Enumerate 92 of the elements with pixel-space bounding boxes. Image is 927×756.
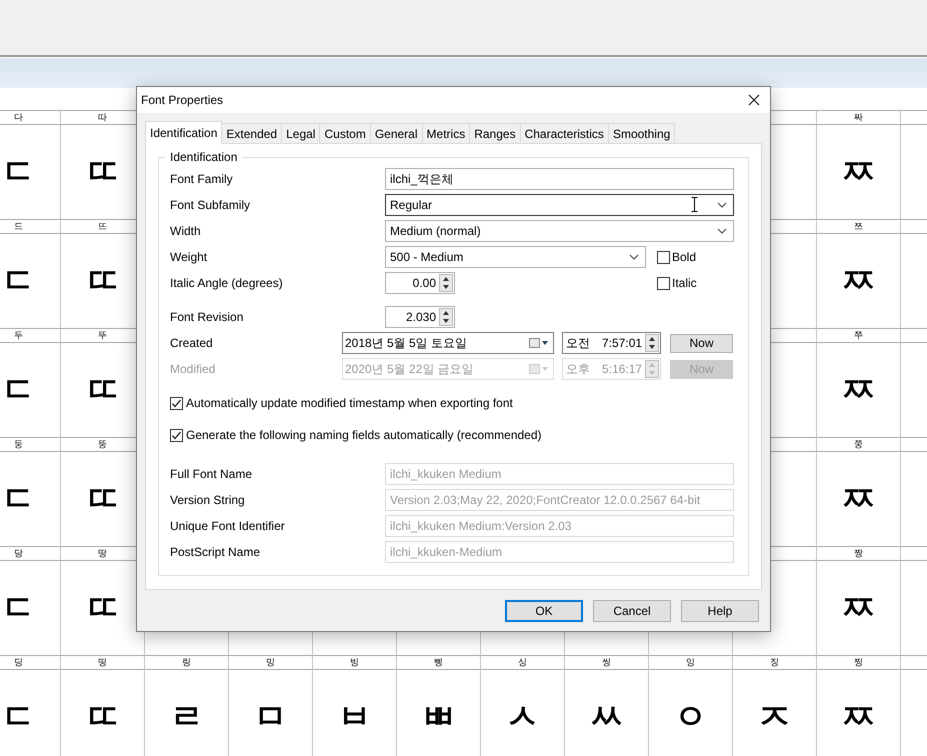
glyph[interactable]: ㅉ [842, 149, 876, 195]
column-header: 링 [145, 655, 229, 670]
column-header: 빙 [313, 655, 397, 670]
spin-field[interactable]: 0.00 [385, 272, 455, 294]
glyph[interactable]: ㄸ [86, 367, 120, 413]
close-icon[interactable] [748, 94, 760, 106]
column-header: 당 [0, 546, 61, 561]
dialog-button[interactable]: Cancel [593, 600, 671, 622]
checkbox[interactable]: Bold [657, 250, 696, 264]
dropdown[interactable]: Medium (normal) [385, 220, 734, 242]
field-label: Full Font Name [170, 467, 254, 481]
checkbox[interactable]: Automatically update modified timestamp when exporting font [170, 394, 736, 412]
checkbox[interactable]: Italic [657, 276, 697, 290]
field-label: Modified [170, 362, 216, 376]
glyph[interactable]: ㄸ [86, 476, 120, 522]
field-label: Width [170, 224, 202, 238]
checkbox[interactable]: Generate the following naming fields automatically (recommended) [170, 426, 736, 444]
spin-field[interactable]: 2.030 [385, 306, 455, 328]
glyph[interactable]: ㄸ [86, 585, 120, 631]
dialog-button[interactable]: OK [505, 600, 583, 622]
tab[interactable]: Legal [281, 123, 320, 143]
column-header: 찡 [817, 655, 901, 670]
column-header: 잉 [649, 655, 733, 670]
glyph[interactable]: ㄷ [2, 694, 36, 740]
glyph[interactable]: ㄸ [86, 149, 120, 195]
field-label: Font Revision [170, 310, 244, 324]
glyph[interactable]: ㅇ [674, 694, 708, 740]
dialog-button[interactable]: Help [681, 600, 759, 622]
field-label: Font Family [170, 172, 234, 186]
field-label: Weight [170, 250, 208, 264]
glyph[interactable]: ㅉ [842, 585, 876, 631]
glyph[interactable]: ㄸ [86, 694, 120, 740]
chevron-down-icon[interactable] [717, 202, 727, 208]
spin-arrows-icon[interactable] [439, 308, 453, 326]
column-header: 드 [0, 219, 61, 234]
text-cursor-icon [691, 197, 698, 212]
glyph[interactable]: ㄸ [86, 258, 120, 304]
glyph[interactable]: ㅉ [842, 476, 876, 522]
glyph[interactable]: ㄷ [2, 258, 36, 304]
column-header: 삥 [397, 655, 481, 670]
dropdown[interactable]: Regular [385, 194, 734, 216]
spin-arrows-icon[interactable] [439, 274, 453, 292]
group-title: Identification [165, 150, 242, 164]
spin-arrows-icon[interactable] [645, 334, 659, 352]
glyph[interactable]: ㄷ [2, 476, 36, 522]
column-header: 쯔 [817, 219, 901, 234]
glyph[interactable]: ㅅ [506, 694, 540, 740]
column-header: 징 [733, 655, 817, 670]
tab[interactable]: Smoothing [608, 123, 676, 143]
column-header: 띵 [61, 655, 145, 670]
glyph[interactable]: ㅃ [422, 694, 456, 740]
dropdown[interactable]: 500 - Medium [385, 246, 646, 268]
field-label: PostScript Name [170, 545, 262, 559]
glyph[interactable]: ㄷ [2, 585, 36, 631]
window-title: Font Properties [141, 93, 224, 107]
chevron-down-icon[interactable] [629, 254, 639, 260]
field-label: Italic Angle (degrees) [170, 276, 284, 290]
glyph[interactable]: ㄷ [2, 367, 36, 413]
date-picker[interactable]: 2018년 5월 5일 토요일 [342, 332, 554, 354]
calendar-dropdown-icon[interactable] [529, 337, 549, 349]
now-button[interactable]: Now [670, 334, 733, 352]
column-header: 둥 [0, 437, 61, 452]
glyph[interactable]: ㄷ [2, 149, 36, 195]
column-header: 싱 [481, 655, 565, 670]
column-header: 두 [0, 328, 61, 343]
glyph[interactable]: ㅉ [842, 367, 876, 413]
glyph[interactable]: ㅉ [842, 258, 876, 304]
field-label: Font Subfamily [170, 198, 252, 212]
column-header: 씽 [565, 655, 649, 670]
column-header: 밍 [229, 655, 313, 670]
column-header: 짱 [817, 546, 901, 561]
column-header: 쭝 [817, 437, 901, 452]
glyph[interactable]: ㅁ [254, 694, 288, 740]
input-field[interactable]: ilchi_꺽은체 [385, 168, 734, 190]
glyph[interactable]: ㅈ [758, 694, 792, 740]
field-label: Created [170, 336, 214, 350]
check-icon [171, 398, 182, 408]
time-field[interactable]: 오전 7:57:01 [562, 332, 661, 354]
column-header: 딩 [0, 655, 61, 670]
glyph[interactable]: ㅉ [842, 694, 876, 740]
glyph[interactable]: ㅂ [338, 694, 372, 740]
glyph[interactable]: ㄹ [170, 694, 204, 740]
check-icon [171, 430, 182, 440]
glyph[interactable]: ㅆ [590, 694, 624, 740]
column-header: 짜 [817, 110, 901, 125]
field-label: Unique Font Identifier [170, 519, 286, 533]
tab[interactable]: Ranges [469, 123, 521, 143]
column-header: 다 [0, 110, 61, 125]
field-label: Version String [170, 493, 246, 507]
tab[interactable]: Identification [145, 121, 222, 144]
chevron-down-icon[interactable] [717, 228, 727, 234]
column-header: 쭈 [817, 328, 901, 343]
